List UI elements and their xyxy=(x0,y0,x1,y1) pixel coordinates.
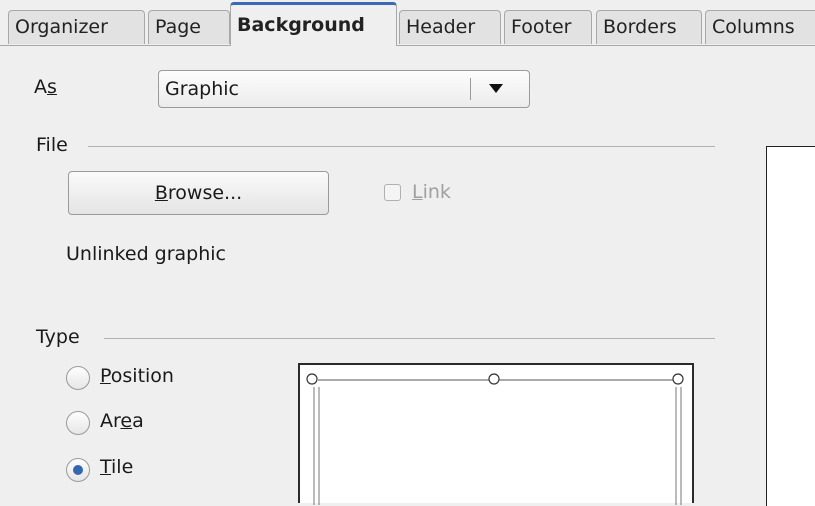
tab-label: Footer xyxy=(511,16,572,38)
dropdown-separator xyxy=(470,78,471,100)
as-label-mnemonic: s xyxy=(47,76,57,98)
position-preview[interactable] xyxy=(298,363,694,505)
tab-borders[interactable]: Borders xyxy=(596,10,702,44)
unlinked-status: Unlinked graphic xyxy=(66,243,227,265)
as-label: As xyxy=(34,76,57,98)
link-label-text: ink xyxy=(422,181,451,203)
radio-tile[interactable] xyxy=(66,458,90,482)
tab-baseline xyxy=(0,45,815,46)
link-mnemonic: L xyxy=(412,181,423,203)
tab-columns[interactable]: Columns xyxy=(705,10,815,44)
tab-label: Page xyxy=(155,16,201,38)
file-section-label: File xyxy=(36,134,68,156)
area-label: Area xyxy=(100,410,144,432)
link-checkbox[interactable] xyxy=(384,184,401,201)
tab-label: Organizer xyxy=(15,16,108,38)
option-mnemonic: e xyxy=(120,410,133,432)
tab-header[interactable]: Header xyxy=(399,10,501,44)
tile-label: Tile xyxy=(100,456,133,478)
tab-bar: Organizer Page Background Header Footer … xyxy=(0,0,815,46)
position-label: Position xyxy=(100,365,174,387)
as-dropdown-value: Graphic xyxy=(165,78,240,100)
option-post: ile xyxy=(111,456,134,478)
radio-dot xyxy=(73,465,83,475)
position-grid-icon xyxy=(306,373,684,505)
radio-position[interactable] xyxy=(66,366,90,390)
radio-area[interactable] xyxy=(66,411,90,435)
tab-footer[interactable]: Footer xyxy=(504,10,592,44)
tab-label: Columns xyxy=(712,16,795,38)
option-mnemonic: T xyxy=(100,456,112,478)
tab-label: Background xyxy=(237,14,365,36)
option-pre: Ar xyxy=(100,410,121,432)
tab-organizer[interactable]: Organizer xyxy=(8,10,145,44)
link-label: Link xyxy=(412,181,451,203)
tab-label: Header xyxy=(406,16,476,38)
browse-button[interactable]: Browse... xyxy=(68,171,329,215)
type-divider xyxy=(104,338,715,339)
option-post: osition xyxy=(110,365,174,387)
option-mnemonic: P xyxy=(100,365,111,387)
page-preview xyxy=(766,146,815,506)
tab-page[interactable]: Page xyxy=(148,10,230,44)
as-dropdown[interactable]: Graphic xyxy=(158,70,530,108)
tab-label: Borders xyxy=(603,16,677,38)
as-label-text: A xyxy=(34,76,47,98)
browse-label: rowse... xyxy=(167,182,243,204)
browse-mnemonic: B xyxy=(154,182,168,204)
type-section-label: Type xyxy=(36,326,80,348)
file-divider xyxy=(88,146,715,147)
option-post: a xyxy=(132,410,144,432)
tab-background[interactable]: Background xyxy=(230,2,397,46)
dropdown-arrow-icon[interactable] xyxy=(484,79,508,99)
